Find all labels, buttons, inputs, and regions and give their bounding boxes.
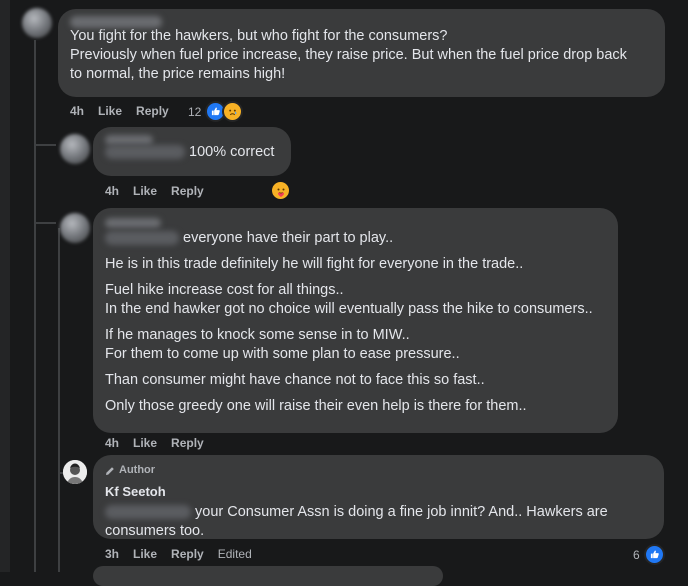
comment-paragraph: Fuel hike increase cost for all things..…: [105, 282, 593, 317]
next-comment-bubble: [93, 566, 443, 586]
commenter-avatar[interactable]: [60, 213, 90, 243]
commenter-name-redacted[interactable]: [105, 218, 161, 229]
comment-text-line: You fight for the hawkers, but who fight…: [70, 28, 448, 44]
sad-icon: [222, 101, 244, 122]
comment-text-line: everyone have their part to play..: [105, 229, 606, 248]
reply-button[interactable]: Reply: [171, 184, 204, 198]
author-name[interactable]: Kf Seetoh: [105, 482, 652, 501]
comment-paragraph: Only those greedy one will raise their e…: [105, 398, 527, 414]
redacted-text: [105, 145, 185, 160]
commenter-name-redacted[interactable]: [70, 16, 162, 29]
comment-text-line: your Consumer Assn is doing a fine job i…: [105, 503, 652, 522]
reaction-summary[interactable]: 6: [633, 544, 665, 565]
comment-paragraph: He is in this trade definitely he will f…: [105, 256, 524, 272]
thread-line: [34, 40, 36, 572]
redacted-text: [105, 505, 191, 520]
comment-paragraph: Than consumer might have chance not to f…: [105, 372, 485, 388]
comment-bubble: everyone have their part to play.. He is…: [93, 208, 618, 433]
like-button[interactable]: Like: [98, 104, 122, 118]
comment-bubble: 100% correct: [93, 127, 291, 176]
reply-button[interactable]: Reply: [171, 547, 204, 561]
comment-text-line: to normal, the price remains high!: [70, 66, 286, 82]
comment-actions: 4h Like Reply: [105, 184, 204, 198]
comment-text-line: consumers too.: [105, 523, 205, 539]
author-avatar[interactable]: [63, 460, 87, 484]
reply-button[interactable]: Reply: [171, 436, 204, 450]
comment-bubble: You fight for the hawkers, but who fight…: [58, 9, 665, 97]
like-button[interactable]: Like: [133, 547, 157, 561]
commenter-name-redacted[interactable]: [105, 135, 153, 146]
like-icon: [643, 544, 665, 565]
comment-paragraph: If he manages to knock some sense in to …: [105, 327, 460, 362]
thread-branch: [34, 222, 56, 224]
commenter-avatar[interactable]: [22, 8, 52, 38]
timestamp[interactable]: 4h: [105, 436, 119, 450]
like-button[interactable]: Like: [133, 184, 157, 198]
timestamp[interactable]: 3h: [105, 547, 119, 561]
comment-text: 100% correct: [105, 143, 279, 162]
timestamp[interactable]: 4h: [105, 184, 119, 198]
reply-button[interactable]: Reply: [136, 104, 169, 118]
reaction-count: 6: [633, 547, 640, 562]
redacted-text: [105, 231, 179, 246]
comment-actions: 3h Like Reply Edited: [105, 547, 252, 561]
author-avatar-image: [63, 460, 87, 484]
comment-bubble: Author Kf Seetoh your Consumer Assn is d…: [93, 455, 664, 539]
pencil-icon: [106, 466, 114, 475]
thread-line: [58, 228, 60, 572]
care-icon: [270, 180, 291, 201]
thread-branch: [34, 144, 56, 146]
like-button[interactable]: Like: [133, 436, 157, 450]
comment-text-line: Previously when fuel price increase, the…: [70, 47, 627, 63]
left-page-strip: [0, 0, 10, 572]
comment-actions: 4h Like Reply: [70, 104, 169, 118]
edited-label: Edited: [217, 547, 252, 561]
timestamp[interactable]: 4h: [70, 104, 84, 118]
reaction-count: 12: [188, 104, 202, 119]
reaction-summary[interactable]: [270, 180, 291, 201]
commenter-avatar[interactable]: [60, 134, 90, 164]
reaction-summary[interactable]: 12: [188, 101, 244, 122]
comment-actions: 4h Like Reply: [105, 436, 204, 450]
author-badge: Author: [105, 461, 652, 480]
